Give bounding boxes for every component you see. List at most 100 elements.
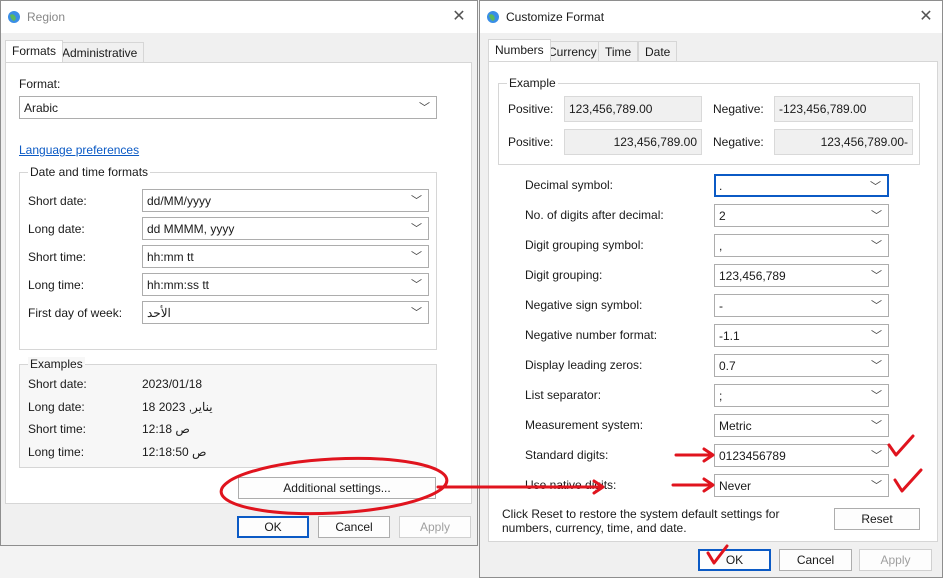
leading-zeros-value: 0.7 bbox=[719, 359, 736, 373]
chevron-down-icon: ﹀ bbox=[871, 330, 882, 342]
customize-ok-button[interactable]: OK bbox=[698, 549, 771, 571]
short-date-label: Short date: bbox=[28, 194, 87, 208]
digit-grouping-label: Digit grouping: bbox=[525, 268, 603, 282]
list-separator-label: List separator: bbox=[525, 388, 602, 402]
positive-label: Positive: bbox=[508, 135, 554, 149]
customize-tabs: Numbers Currency Time Date bbox=[488, 39, 938, 63]
standard-digits-label: Standard digits: bbox=[525, 448, 609, 462]
format-select[interactable]: Arabic ﹀ bbox=[19, 96, 437, 119]
list-separator-value: ; bbox=[719, 389, 723, 403]
example-long-time-value: 12:18:50 ص bbox=[142, 445, 207, 459]
reset-note: Click Reset to restore the system defaul… bbox=[502, 507, 780, 535]
region-close-button[interactable]: ✕ bbox=[447, 5, 471, 29]
negative-number-format-select[interactable]: -1.1 ﹀ bbox=[714, 324, 889, 347]
customize-window: Customize Format ✕ Numbers Currency Time… bbox=[479, 0, 943, 578]
chevron-down-icon: ﹀ bbox=[871, 390, 882, 402]
first-day-select[interactable]: الأحد ﹀ bbox=[142, 301, 429, 324]
short-time-select[interactable]: hh:mm tt ﹀ bbox=[142, 245, 429, 268]
positive-example-value: 123,456,789.00 bbox=[569, 102, 653, 116]
chevron-down-icon: ﹀ bbox=[411, 307, 422, 319]
tab-administrative[interactable]: Administrative bbox=[55, 42, 145, 62]
digit-grouping-symbol-value: , bbox=[719, 239, 723, 253]
decimal-symbol-label: Decimal symbol: bbox=[525, 178, 614, 192]
tab-formats[interactable]: Formats bbox=[5, 40, 64, 62]
chevron-down-icon: ﹀ bbox=[871, 210, 882, 222]
region-title: Region bbox=[27, 10, 66, 24]
example-short-date-label: Short date: bbox=[28, 377, 87, 391]
datetime-group: Date and time formats Short date: dd/MM/… bbox=[19, 165, 437, 350]
digit-grouping-select[interactable]: 123,456,789 ﹀ bbox=[714, 264, 889, 287]
long-time-select[interactable]: hh:mm:ss tt ﹀ bbox=[142, 273, 429, 296]
negative-label: Negative: bbox=[713, 135, 764, 149]
native-digits-select[interactable]: Never ﹀ bbox=[714, 474, 889, 497]
measurement-system-value: Metric bbox=[719, 419, 752, 433]
negative-example-field: 123,456,789.00- bbox=[774, 129, 913, 155]
example-long-date-value: 18 يناير, 2023 bbox=[142, 400, 213, 414]
format-label: Format: bbox=[19, 77, 61, 91]
example-group-title: Example bbox=[507, 76, 558, 90]
region-apply-button[interactable]: Apply bbox=[399, 516, 471, 538]
chevron-down-icon: ﹀ bbox=[871, 480, 882, 492]
standard-digits-select[interactable]: 0123456789 ﹀ bbox=[714, 444, 889, 467]
region-tabs: Formats Administrative bbox=[5, 40, 475, 64]
reset-button[interactable]: Reset bbox=[834, 508, 920, 530]
standard-digits-value: 0123456789 bbox=[719, 449, 786, 463]
list-separator-select[interactable]: ; ﹀ bbox=[714, 384, 889, 407]
chevron-down-icon: ﹀ bbox=[871, 450, 882, 462]
long-date-label: Long date: bbox=[28, 222, 85, 236]
digit-grouping-symbol-label: Digit grouping symbol: bbox=[525, 238, 644, 252]
chevron-down-icon: ﹀ bbox=[411, 279, 422, 291]
negative-sign-symbol-label: Negative sign symbol: bbox=[525, 298, 643, 312]
customize-apply-button[interactable]: Apply bbox=[859, 549, 932, 571]
additional-settings-button[interactable]: Additional settings... bbox=[238, 477, 436, 499]
digits-after-decimal-value: 2 bbox=[719, 209, 726, 223]
customize-cancel-button[interactable]: Cancel bbox=[779, 549, 852, 571]
example-short-date-value: 2023/01/18 bbox=[142, 377, 203, 391]
datetime-group-title: Date and time formats bbox=[28, 165, 151, 179]
customize-close-button[interactable]: ✕ bbox=[914, 5, 938, 29]
language-preferences-link[interactable]: Language preferences bbox=[19, 143, 139, 157]
positive-example-value: 123,456,789.00 bbox=[613, 135, 697, 149]
positive-example-field: 123,456,789.00 bbox=[564, 129, 702, 155]
long-date-value: dd MMMM, yyyy bbox=[147, 222, 235, 236]
short-time-value: hh:mm tt bbox=[147, 250, 194, 264]
tab-time[interactable]: Time bbox=[598, 41, 639, 61]
positive-example-field: 123,456,789.00 bbox=[564, 96, 702, 122]
chevron-down-icon: ﹀ bbox=[411, 251, 422, 263]
tab-date[interactable]: Date bbox=[638, 41, 678, 61]
examples-group: Examples Short date: 2023/01/18 Long dat… bbox=[19, 357, 437, 468]
negative-sign-symbol-select[interactable]: - ﹀ bbox=[714, 294, 889, 317]
negative-example-value: -123,456,789.00 bbox=[779, 102, 867, 116]
leading-zeros-select[interactable]: 0.7 ﹀ bbox=[714, 354, 889, 377]
chevron-down-icon: ﹀ bbox=[411, 195, 422, 207]
long-date-select[interactable]: dd MMMM, yyyy ﹀ bbox=[142, 217, 429, 240]
leading-zeros-label: Display leading zeros: bbox=[525, 358, 643, 372]
numbers-panel: Example Positive: 123,456,789.00 Negativ… bbox=[488, 61, 938, 542]
examples-group-title: Examples bbox=[28, 357, 85, 371]
measurement-system-select[interactable]: Metric ﹀ bbox=[714, 414, 889, 437]
globe-icon bbox=[8, 11, 20, 23]
example-group: Example Positive: 123,456,789.00 Negativ… bbox=[498, 76, 920, 165]
region-cancel-button[interactable]: Cancel bbox=[318, 516, 390, 538]
short-date-select[interactable]: dd/MM/yyyy ﹀ bbox=[142, 189, 429, 212]
short-date-value: dd/MM/yyyy bbox=[147, 194, 212, 208]
example-long-date-label: Long date: bbox=[28, 400, 85, 414]
tab-numbers[interactable]: Numbers bbox=[488, 39, 551, 61]
chevron-down-icon: ﹀ bbox=[411, 223, 422, 235]
long-time-label: Long time: bbox=[28, 278, 85, 292]
decimal-symbol-select[interactable]: . ﹀ bbox=[714, 174, 889, 197]
example-short-time-value: 12:18 ص bbox=[142, 422, 190, 436]
negative-example-field: -123,456,789.00 bbox=[774, 96, 913, 122]
negative-number-format-label: Negative number format: bbox=[525, 328, 658, 342]
digits-after-decimal-select[interactable]: 2 ﹀ bbox=[714, 204, 889, 227]
digit-grouping-symbol-select[interactable]: , ﹀ bbox=[714, 234, 889, 257]
chevron-down-icon: ﹀ bbox=[871, 240, 882, 252]
chevron-down-icon: ﹀ bbox=[870, 181, 881, 193]
region-ok-button[interactable]: OK bbox=[237, 516, 309, 538]
digit-grouping-value: 123,456,789 bbox=[719, 269, 786, 283]
digits-after-decimal-label: No. of digits after decimal: bbox=[525, 208, 664, 222]
negative-number-format-value: -1.1 bbox=[719, 329, 740, 343]
positive-label: Positive: bbox=[508, 102, 554, 116]
chevron-down-icon: ﹀ bbox=[871, 270, 882, 282]
negative-example-value: 123,456,789.00- bbox=[820, 135, 908, 149]
